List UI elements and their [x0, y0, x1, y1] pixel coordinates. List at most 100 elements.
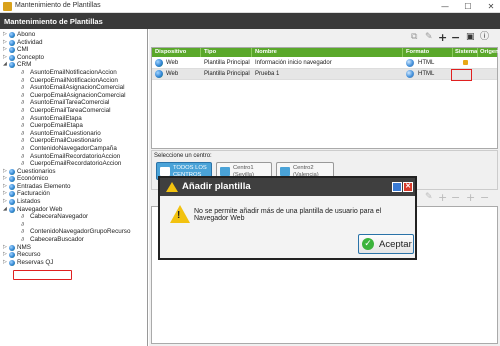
tree-item[interactable]: ∂ CabeceraBuscador	[2, 236, 146, 244]
expand-icon[interactable]: ▷	[3, 183, 7, 191]
cell-tipo: Plantilla Principal	[204, 71, 250, 77]
maximize-button[interactable]: ☐	[461, 1, 475, 12]
tree-item[interactable]: ▷ Recurso	[2, 251, 146, 259]
tree-item-label: ContenidoNavegadorGrupoRecurso	[30, 228, 131, 236]
expand-icon[interactable]: ▷	[3, 31, 7, 39]
close-icon[interactable]: ✕	[403, 182, 413, 192]
tree-item-label: Entradas Elemento	[17, 182, 71, 190]
checkmark-icon: ✓	[362, 238, 374, 250]
tree-item[interactable]: ∂ CuerpoEmailNotificacionAccion	[2, 77, 146, 85]
tree-item[interactable]: ▷ Concepto	[2, 54, 146, 62]
html-format-icon	[406, 70, 414, 78]
col-formato[interactable]: Formato	[406, 49, 429, 55]
html-format-icon	[406, 59, 414, 67]
expand-icon[interactable]: ▷	[3, 190, 7, 198]
copy-icon[interactable]: ⧉	[411, 32, 417, 43]
cell-formato: HTML	[418, 60, 435, 66]
tree-item[interactable]: ▷ Reservas QJ	[2, 259, 146, 267]
exclamation-glyph: !	[177, 210, 181, 221]
tree-item[interactable]: ∂	[2, 221, 146, 229]
table-row[interactable]: Web Plantilla Principal Información inic…	[152, 58, 497, 69]
tree-item[interactable]: ∂ CuerpoEmailAsignacionComercial	[2, 92, 146, 100]
table-row[interactable]: Web Plantilla Principal Prueba 1 HTML	[152, 69, 497, 80]
link-icon: ∂	[21, 91, 25, 99]
expand-icon[interactable]: ▷	[3, 46, 7, 54]
add-icon[interactable]: +	[438, 192, 447, 203]
col-origen[interactable]: Origen	[480, 49, 499, 55]
link-icon: ∂	[21, 84, 25, 92]
edit-icon[interactable]: ✎	[425, 32, 433, 43]
tree-item[interactable]: ▷ Abono	[2, 31, 146, 39]
template-tree-panel: ▷ Abono ▷ Actividad ▷ CMI ▷ Concepto ◢ CRM ∂ Asunto…	[0, 29, 148, 346]
tree-item-label: AsuntoEmailAsignacionComercial	[30, 84, 125, 92]
tree-item[interactable]: ∂ AsuntoEmailRecordatorioAccion	[2, 153, 146, 161]
window-title: Mantenimiento de Plantillas	[15, 2, 101, 9]
tree-item[interactable]: ▷ CMI	[2, 46, 146, 54]
tree-item[interactable]: ∂ AsuntoEmailNotificacionAccion	[2, 69, 146, 77]
tree-item[interactable]: ∂ CuerpoEmailEtapa	[2, 122, 146, 130]
templates-grid: Dispositivo Tipo Nombre Formato Sistema …	[151, 47, 499, 149]
app-header: Mantenimiento de Plantillas	[0, 13, 500, 29]
tree-item[interactable]: ▷ Entradas Elemento	[2, 183, 146, 191]
template-tree: ▷ Abono ▷ Actividad ▷ CMI ▷ Concepto ◢ CRM ∂ Asunto…	[2, 31, 146, 266]
expand-icon[interactable]: ▷	[3, 168, 7, 176]
remove-icon[interactable]: −	[451, 192, 460, 203]
tree-item-label: CuerpoEmailEtapa	[30, 122, 83, 130]
tree-item[interactable]: ∂ CabeceraNavegador	[2, 213, 146, 221]
tree-item[interactable]: ▷ Económico	[2, 175, 146, 183]
col-dispositivo[interactable]: Dispositivo	[155, 49, 186, 55]
accept-button[interactable]: ✓ Aceptar	[358, 234, 414, 254]
info-icon[interactable]: ⓘ	[480, 32, 489, 43]
add-icon[interactable]: +	[466, 192, 475, 203]
tree-item[interactable]: ▷ Listados	[2, 198, 146, 206]
center-selector-label: Seleccione un centro:	[154, 153, 212, 159]
expand-icon[interactable]: ▷	[3, 244, 7, 252]
close-button[interactable]: ✕	[484, 1, 498, 12]
tree-item[interactable]: ◢ CRM	[2, 61, 146, 69]
collapse-icon[interactable]: ◢	[3, 61, 7, 69]
expand-icon[interactable]: ▷	[3, 198, 7, 206]
tree-item[interactable]: ∂ CuerpoEmailTareaComercial	[2, 107, 146, 115]
tree-item[interactable]: ∂ AsuntoEmailCuestionario	[2, 130, 146, 138]
center-button-line1: TODOS LOS	[173, 165, 207, 171]
tree-item-label: Reservas QJ	[17, 258, 54, 266]
tree-item[interactable]: ∂ ContenidoNavegadorCampaña	[2, 145, 146, 153]
tree-item-label: AsuntoEmailNotificacionAccion	[30, 68, 117, 76]
add-icon[interactable]: +	[438, 32, 447, 43]
tree-item[interactable]: ▷ Cuestionarios	[2, 168, 146, 176]
tree-item-label: CuerpoEmailCuestionario	[30, 137, 102, 145]
collapse-icon[interactable]: ◢	[3, 206, 7, 214]
tree-item[interactable]: ∂ ContenidoNavegadorGrupoRecurso	[2, 228, 146, 236]
tree-item[interactable]: ◢ Navegador Web	[2, 206, 146, 214]
tree-item-label: AsuntoEmailEtapa	[30, 114, 82, 122]
tree-item[interactable]: ∂ AsuntoEmailEtapa	[2, 115, 146, 123]
col-tipo[interactable]: Tipo	[204, 49, 216, 55]
expand-icon[interactable]: ▷	[3, 251, 7, 259]
expand-icon[interactable]: ▷	[3, 54, 7, 62]
expand-icon[interactable]: ▷	[3, 39, 7, 47]
save-icon[interactable]: ▣	[466, 32, 475, 43]
cell-dispositivo: Web	[166, 71, 179, 77]
tree-item[interactable]: ∂ CuerpoEmailCuestionario	[2, 137, 146, 145]
col-sistema[interactable]: Sistema	[455, 49, 477, 55]
col-nombre[interactable]: Nombre	[255, 49, 277, 55]
tree-item[interactable]: ∂ CuerpoEmailRecordatorioAccion	[2, 160, 146, 168]
expand-icon[interactable]: ▷	[3, 259, 7, 267]
tree-item[interactable]: ▷ NMS	[2, 244, 146, 252]
tree-item-label: CabeceraBuscador	[30, 236, 84, 244]
minimize-button[interactable]: —	[438, 1, 452, 12]
tree-item[interactable]: ▷ Facturación	[2, 190, 146, 198]
globe-icon	[9, 176, 15, 183]
remove-icon[interactable]: −	[451, 32, 460, 43]
edit-icon[interactable]: ✎	[425, 192, 433, 203]
restore-icon[interactable]	[392, 182, 402, 192]
expand-icon[interactable]: ▷	[3, 175, 7, 183]
tree-item[interactable]: ∂ AsuntoEmailTareaComercial	[2, 99, 146, 107]
remove-icon[interactable]: −	[480, 192, 489, 203]
tree-item[interactable]: ∂ AsuntoEmailAsignacionComercial	[2, 84, 146, 92]
tree-item[interactable]: ▷ Actividad	[2, 39, 146, 47]
globe-icon	[9, 168, 15, 175]
globe-icon	[9, 206, 15, 213]
app-icon	[3, 2, 12, 11]
building-icon	[160, 167, 170, 176]
